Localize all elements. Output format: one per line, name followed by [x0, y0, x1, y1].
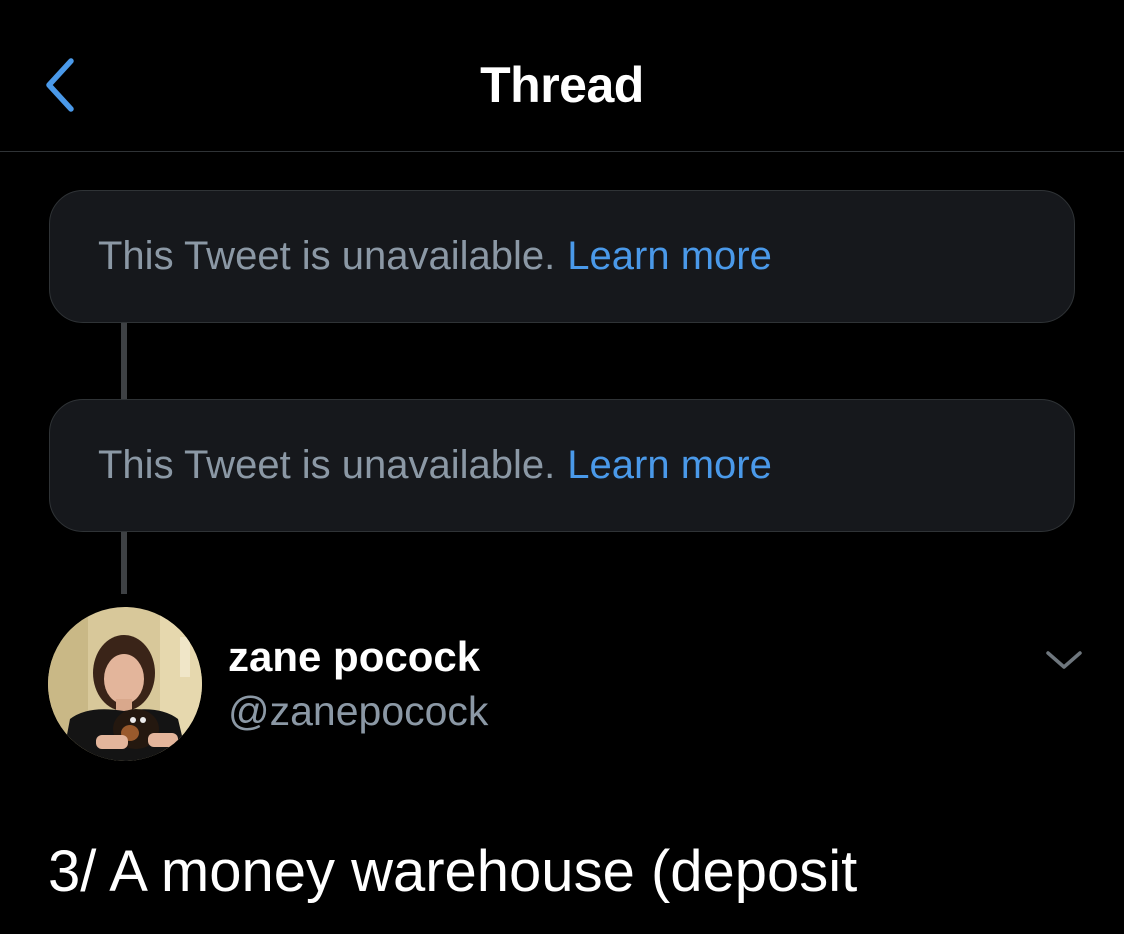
avatar[interactable]	[48, 607, 202, 761]
chevron-down-icon	[1046, 651, 1082, 669]
unavailable-tweet-card: This Tweet is unavailable. Learn more	[49, 190, 1075, 323]
author-name[interactable]: zane pocock	[228, 633, 480, 681]
unavailable-tweet-card: This Tweet is unavailable. Learn more	[49, 399, 1075, 532]
unavailable-message: This Tweet is unavailable.	[98, 234, 556, 278]
page-title: Thread	[480, 57, 644, 113]
tweet-text: 3/ A money warehouse (deposit	[48, 839, 858, 904]
tweet-options-button[interactable]	[1040, 640, 1088, 680]
learn-more-link[interactable]: Learn more	[567, 234, 772, 279]
thread-connector-line	[121, 323, 127, 399]
avatar-photo	[48, 607, 202, 761]
author-handle[interactable]: @zanepocock	[228, 688, 488, 735]
learn-more-link[interactable]: Learn more	[567, 443, 772, 488]
thread-connector-line	[121, 532, 127, 594]
unavailable-message: This Tweet is unavailable.	[98, 443, 556, 487]
navigation-bar: Thread	[0, 0, 1124, 152]
